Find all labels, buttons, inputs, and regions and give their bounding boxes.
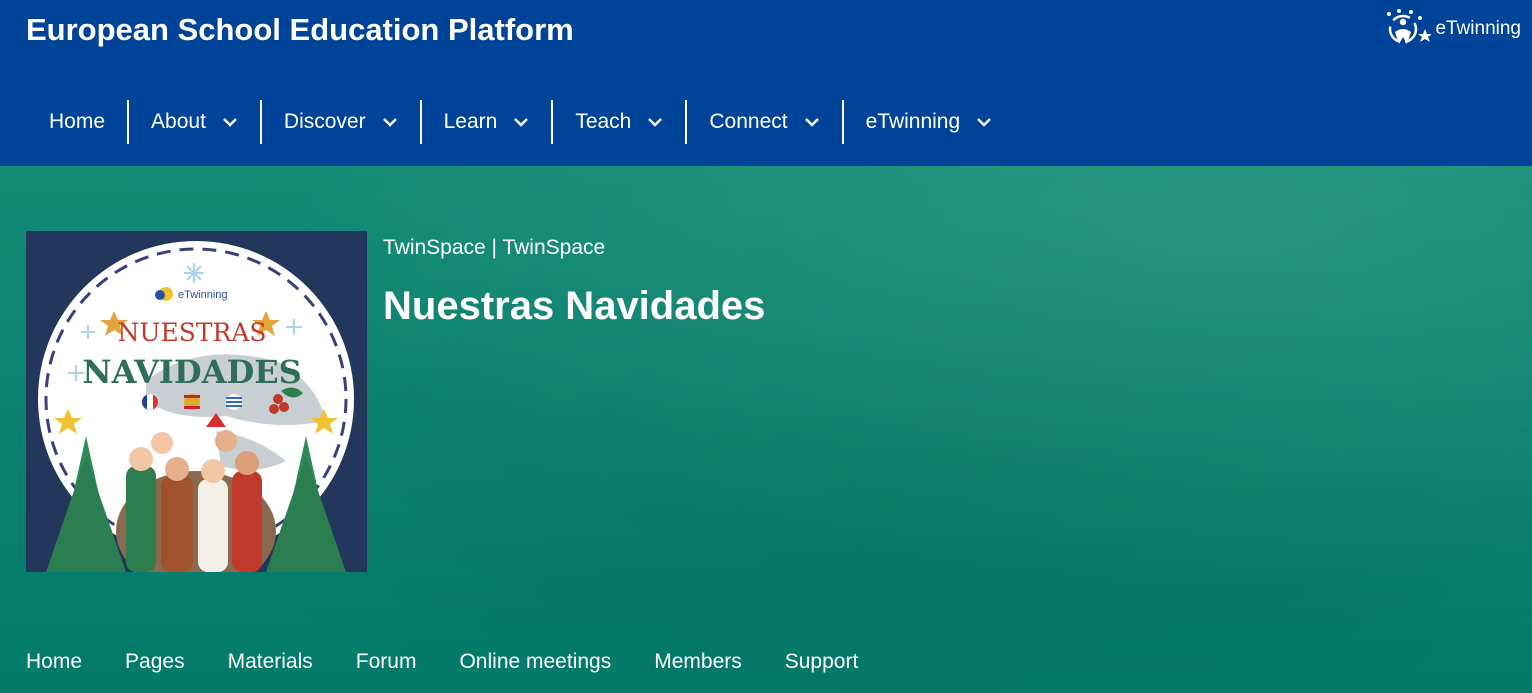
subnav-item-forum[interactable]: Forum [356, 650, 417, 674]
nav-item-label: Discover [283, 110, 366, 133]
christmas-globe-illustration: eTwinning NUESTRAS NAVIDADES [26, 231, 367, 572]
subnav-item-materials[interactable]: Materials [228, 650, 313, 674]
nav-item-discover[interactable]: Discover [259, 100, 420, 144]
nav-item-label: Home [49, 110, 106, 133]
etwinning-logo-icon [1387, 9, 1432, 44]
nav-item-home[interactable]: Home [26, 100, 127, 144]
page-title: Nuestras Navidades [383, 284, 766, 328]
subnav-item-pages[interactable]: Pages [125, 650, 185, 674]
image-title-line1: NUESTRAS [118, 318, 267, 347]
flag-gr-icon [225, 393, 243, 411]
nav-item-label: Learn [443, 110, 498, 133]
etwinning-brand[interactable]: eTwinning [1381, 8, 1521, 50]
nav-item-label: Connect [709, 110, 788, 133]
flag-fr-icon [141, 393, 159, 411]
twinspace-hero: eTwinning NUESTRAS NAVIDADES TwinSpace |… [0, 166, 1532, 693]
subnav-item-members[interactable]: Members [654, 650, 742, 674]
site-header: European School Education Platform eTwin… [0, 0, 1532, 166]
nav-item-label: eTwinning [865, 110, 961, 133]
subnav-item-online-meetings[interactable]: Online meetings [459, 650, 611, 674]
project-image: eTwinning NUESTRAS NAVIDADES [26, 231, 367, 572]
chevron-down-icon [382, 118, 397, 127]
subnav-item-home[interactable]: Home [26, 650, 82, 674]
nav-item-about[interactable]: About [127, 100, 260, 144]
nav-item-teach[interactable]: Teach [551, 100, 685, 144]
breadcrumb[interactable]: TwinSpace | TwinSpace [383, 236, 605, 260]
site-title[interactable]: European School Education Platform [26, 12, 574, 48]
nav-item-learn[interactable]: Learn [419, 100, 552, 144]
chevron-down-icon [648, 118, 663, 127]
chevron-down-icon [977, 118, 992, 127]
chevron-down-icon [514, 118, 529, 127]
flag-es-icon [184, 394, 200, 410]
main-navigation: Home About Discover Learn Teach Connect … [26, 100, 1014, 144]
chevron-down-icon [223, 118, 237, 127]
nav-item-etwinning[interactable]: eTwinning [841, 100, 1015, 144]
nav-item-label: About [151, 110, 206, 133]
subnav-item-support[interactable]: Support [785, 650, 859, 674]
chevron-down-icon [804, 118, 819, 127]
twinspace-subnav: Home Pages Materials Forum Online meetin… [26, 650, 858, 674]
brand-label: eTwinning [1435, 18, 1521, 39]
nav-item-connect[interactable]: Connect [685, 100, 841, 144]
image-logo-text: eTwinning [178, 289, 228, 301]
image-title-line2: NAVIDADES [82, 353, 301, 391]
nav-item-label: Teach [575, 110, 632, 133]
